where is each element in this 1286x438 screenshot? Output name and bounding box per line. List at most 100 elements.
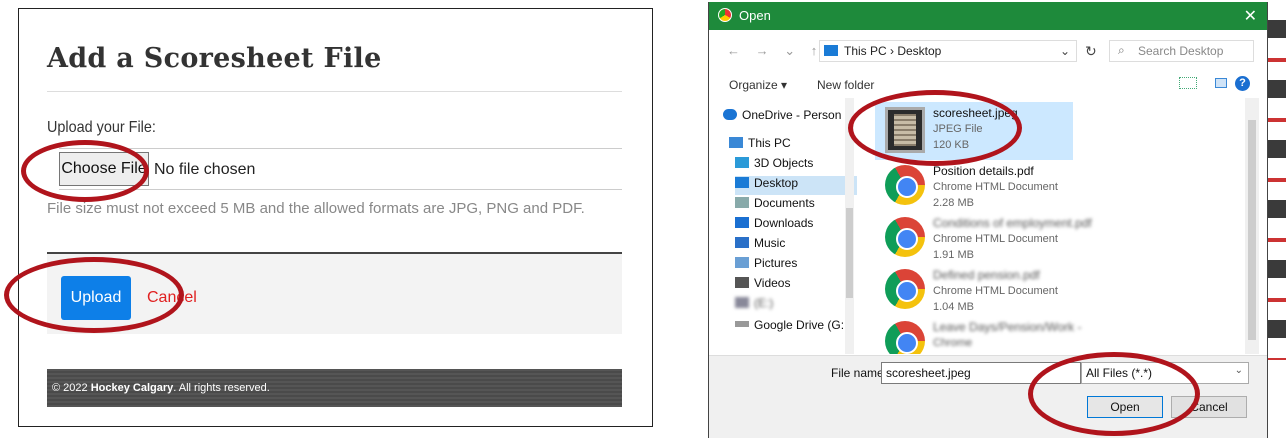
nav-scrollbar-thumb[interactable] [846,208,853,298]
upload-label: Upload your File: [47,119,156,136]
cancel-link[interactable]: Cancel [147,289,197,307]
documents-icon [735,197,749,208]
new-folder-button[interactable]: New folder [817,78,874,92]
nav-item-3d-objects[interactable]: 3D Objects [735,156,813,175]
address-bar[interactable]: This PC › Desktop ⌄ [819,40,1077,62]
pc-icon [824,45,838,56]
organize-menu[interactable]: Organize ▾ [729,78,787,92]
download-icon [735,217,749,228]
navigation-pane: OneDrive - Person This PC 3D Objects Des… [723,100,859,354]
nav-item-label: Videos [754,276,791,290]
image-thumbnail [885,107,925,153]
search-input[interactable]: ⌕ Search Desktop [1109,40,1254,62]
open-button[interactable]: Open [1087,396,1163,418]
file-size-hint: File size must not exceed 5 MB and the a… [47,200,585,217]
chevron-down-icon: ⌄ [1234,365,1243,376]
file-item[interactable]: Conditions of employment.pdf Chrome HTML… [875,212,1245,270]
nav-item-videos[interactable]: Videos [735,276,790,295]
nav-item-drive-e[interactable]: (E:) [735,296,773,315]
file-input-row: Choose File No file chosen [59,148,622,190]
upload-button[interactable]: Upload [61,276,131,320]
form-actions: Upload Cancel [47,252,622,334]
chrome-icon-wrap [885,165,925,211]
file-item-scoresheet[interactable]: scoresheet.jpeg JPEG File 120 KB [875,102,1073,160]
file-name-label: File name: [831,366,888,380]
file-item[interactable]: Leave Days/Pension/Work - Chrome [875,316,1245,354]
nav-item-label: Music [754,236,786,250]
chrome-icon-wrap [885,321,925,354]
chevron-down-icon[interactable]: ⌄ [1060,44,1070,58]
dialog-title: Open [739,8,771,23]
file-type: Chrome HTML Document [933,233,1058,245]
view-options-icon[interactable] [1179,77,1197,89]
drive-icon [735,297,749,308]
pc-icon [729,137,743,148]
file-name: Defined pension.pdf [933,268,1040,282]
file-item[interactable]: Position details.pdf Chrome HTML Documen… [875,160,1245,218]
copyright-brand[interactable]: Hockey Calgary [91,382,174,394]
file-item[interactable]: Defined pension.pdf Chrome HTML Document… [875,264,1245,322]
drive-icon [735,321,749,327]
file-list-scrollbar[interactable] [1245,98,1259,354]
cancel-button[interactable]: Cancel [1171,396,1247,418]
file-name: Leave Days/Pension/Work - [933,320,1082,334]
filter-value: All Files (*.*) [1086,366,1153,380]
nav-item-google-drive[interactable]: Google Drive (G: [735,318,844,337]
page-title: Add a Scoresheet File [47,43,382,74]
copyright-footer: © 2022 Hockey Calgary. All rights reserv… [47,369,622,407]
address-path: This PC › Desktop [844,44,942,58]
chrome-icon [885,217,925,257]
nav-arrows-icon[interactable]: ← → ⌄ ↑ [727,43,823,59]
file-name-input[interactable]: scoresheet.jpeg [881,362,1081,384]
no-file-chosen-text: No file chosen [154,161,256,178]
open-file-dialog: Open ✕ ← → ⌄ ↑ This PC › Desktop ⌄ ↻ ⌕ S… [708,2,1268,438]
nav-item-label: Documents [754,196,815,210]
desktop-icon [735,177,749,188]
nav-item-this-pc[interactable]: This PC [729,136,791,155]
nav-scrollbar[interactable] [845,98,854,354]
help-icon[interactable]: ? [1235,76,1250,91]
refresh-icon[interactable]: ↻ [1085,43,1097,60]
close-icon[interactable]: ✕ [1244,6,1257,26]
file-name: scoresheet.jpeg [933,106,1018,120]
preview-pane-icon[interactable] [1215,78,1227,88]
nav-item-downloads[interactable]: Downloads [735,216,813,235]
chrome-icon [885,321,925,354]
screenshot: Add a Scoresheet File Upload your File: … [0,0,1286,438]
nav-item-label: 3D Objects [754,156,814,170]
file-size: 120 KB [933,139,970,151]
nav-item-label: Downloads [754,216,814,230]
nav-item-label: Pictures [754,256,798,270]
nav-item-label: (E:) [754,296,774,310]
title-divider [47,91,622,92]
dialog-toolbar: Organize ▾ New folder ? [709,72,1267,98]
videos-icon [735,277,749,288]
nav-item-desktop[interactable]: Desktop [735,176,857,195]
copyright-suffix: . All rights reserved. [173,382,270,394]
chrome-icon [885,269,925,309]
nav-item-documents[interactable]: Documents [735,196,815,215]
upload-page: Add a Scoresheet File Upload your File: … [18,8,653,427]
nav-item-onedrive[interactable]: OneDrive - Person [723,108,841,127]
chrome-icon [885,165,925,205]
file-type-filter[interactable]: All Files (*.*) ⌄ [1081,362,1249,384]
music-icon [735,237,749,248]
cube-icon [735,157,749,168]
nav-item-label: Desktop [754,176,799,190]
nav-item-label: OneDrive - Person [742,108,842,122]
dialog-footer: File name: scoresheet.jpeg All Files (*.… [709,355,1267,438]
nav-item-label: This PC [748,136,791,150]
copyright-prefix: © 2022 [52,382,91,394]
pictures-icon [735,257,749,268]
file-name: Position details.pdf [933,164,1034,178]
choose-file-button[interactable]: Choose File [59,152,149,186]
nav-item-pictures[interactable]: Pictures [735,256,797,275]
file-type: Chrome [933,337,973,349]
file-name: Conditions of employment.pdf [933,216,1092,230]
nav-item-label: Google Drive (G: [754,318,845,332]
file-list: scoresheet.jpeg JPEG File 120 KB Positio… [869,98,1245,354]
file-size: 1.91 MB [933,249,974,261]
nav-item-music[interactable]: Music [735,236,785,255]
file-type: Chrome HTML Document [933,181,1058,193]
file-list-scrollbar-thumb[interactable] [1248,120,1256,340]
